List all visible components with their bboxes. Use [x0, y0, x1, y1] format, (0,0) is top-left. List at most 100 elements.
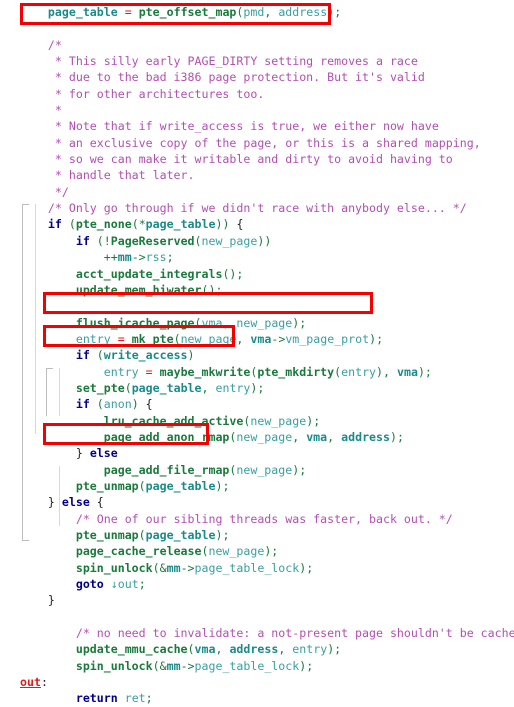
code-token: ;	[396, 429, 404, 444]
code-line[interactable]	[0, 298, 514, 314]
code-token: )	[369, 331, 377, 346]
code-token: *	[138, 217, 146, 232]
code-token: &	[159, 658, 167, 673]
code-line[interactable]: /* Only go through if we didn't race wit…	[0, 200, 514, 216]
code-line[interactable]: goto ↓out;	[0, 576, 514, 592]
code-line[interactable]	[0, 609, 514, 625]
code-token: out	[117, 577, 139, 592]
code-token: pte_offset_map	[138, 5, 237, 19]
code-line[interactable]: page_add_anon_rmap(new_page, vma, addres…	[0, 429, 514, 445]
code-token: ;	[215, 282, 223, 297]
code-line[interactable]: } else	[0, 445, 514, 461]
code-line[interactable]: *	[0, 102, 514, 118]
code-token: * an exclusive copy of the page, or this…	[47, 135, 481, 150]
code-line[interactable]: update_mem_hiwater();	[0, 282, 514, 298]
code-token: page_table	[145, 217, 216, 232]
code-line[interactable]: * for other architectures too.	[0, 86, 514, 102]
code-line[interactable]: * an exclusive copy of the page, or this…	[0, 135, 514, 151]
code-token: (	[194, 315, 202, 330]
code-line[interactable]: */	[0, 184, 514, 200]
code-token: acct_update_integrals	[75, 266, 223, 281]
code-line[interactable]: set_pte(page_table, entry);	[0, 380, 514, 396]
code-token: new_page	[236, 315, 293, 330]
code-line[interactable]: flush_icache_page(vma, new_page);	[0, 315, 514, 331]
code-line[interactable]: if (write_access)	[0, 347, 514, 363]
code-token: /* Only go through if we didn't race wit…	[47, 201, 467, 216]
code-token: ++	[103, 250, 118, 265]
code-token: (	[138, 478, 146, 493]
code-token: ret	[124, 691, 146, 706]
code-line[interactable]: return ret;	[0, 690, 514, 706]
code-line[interactable]: * This silly early PAGE_DIRTY setting re…	[0, 53, 514, 69]
code-line[interactable]: page_cache_release(new_page);	[0, 543, 514, 559]
code-line[interactable]: ++mm->rss;	[0, 249, 514, 265]
code-token: vma	[396, 364, 418, 379]
code-line[interactable]: page_table = pte_offset_map(pmd, address…	[0, 4, 514, 20]
code-token: /* One of our sibling threads was faster…	[75, 511, 453, 526]
code-line[interactable]: * due to the bad i386 page protection. B…	[0, 69, 514, 85]
code-line[interactable]: entry = maybe_mkwrite(pte_mkdirty(entry)…	[0, 364, 514, 380]
code-line[interactable]: /* One of our sibling threads was faster…	[0, 511, 514, 527]
code-line[interactable]: entry = mk_pte(new_page, vma->vm_page_pr…	[0, 331, 514, 347]
code-token: * handle that later.	[47, 168, 195, 183]
code-token: entry	[215, 380, 251, 395]
code-line[interactable]: * Note that if write_access is true, we …	[0, 118, 514, 134]
code-token: spin_unlock	[75, 560, 153, 575]
code-line[interactable]: update_mmu_cache(vma, address, entry);	[0, 641, 514, 657]
code-line[interactable]: lru_cache_add_active(new_page);	[0, 413, 514, 429]
code-line[interactable]: if (pte_none(*page_table)) {	[0, 216, 514, 232]
code-token: }	[47, 495, 55, 510]
code-line[interactable]: * handle that later.	[0, 167, 514, 183]
code-token: */	[47, 184, 69, 199]
code-line[interactable]: * so we can make it writable and dirty t…	[0, 151, 514, 167]
code-token: (	[96, 397, 104, 412]
code-line[interactable]: /*	[0, 37, 514, 53]
code-line[interactable]	[0, 20, 514, 36]
code-token: ,	[278, 642, 286, 657]
code-token: * for other architectures too.	[47, 86, 265, 101]
code-line[interactable]: pte_unmap(page_table);	[0, 527, 514, 543]
code-line[interactable]: if (anon) {	[0, 396, 514, 412]
code-token: ;	[424, 364, 432, 379]
code-token: )	[187, 348, 195, 363]
code-token: (	[131, 217, 139, 232]
code-line[interactable]: page_add_file_rmap(new_page);	[0, 462, 514, 478]
code-token: ;	[299, 462, 307, 477]
code-token: update_mem_hiwater	[75, 282, 202, 297]
code-token: )	[390, 429, 397, 444]
code-line[interactable]: if (!PageReserved(new_page))	[0, 233, 514, 249]
code-line[interactable]: spin_unlock(&mm->page_table_lock);	[0, 560, 514, 576]
code-line[interactable]: /* no need to invalidate: a not-present …	[0, 625, 514, 641]
code-line[interactable]: }	[0, 592, 514, 608]
code-line[interactable]: out:	[0, 674, 514, 690]
code-token: vma	[306, 429, 328, 444]
code-line[interactable]: spin_unlock(&mm->page_table_lock);	[0, 658, 514, 674]
code-editor-view[interactable]: page_table = pte_offset_map (pmd, address…	[0, 0, 514, 705]
code-token: if	[75, 348, 90, 363]
source-code-text[interactable]: page_table = pte_offset_map (pmd, address…	[0, 0, 514, 707]
code-line[interactable]: } else {	[0, 494, 514, 510]
code-line[interactable]: pte_unmap(page_table);	[0, 478, 514, 494]
code-line[interactable]: acct_update_integrals();	[0, 266, 514, 282]
code-token: if	[75, 397, 90, 412]
